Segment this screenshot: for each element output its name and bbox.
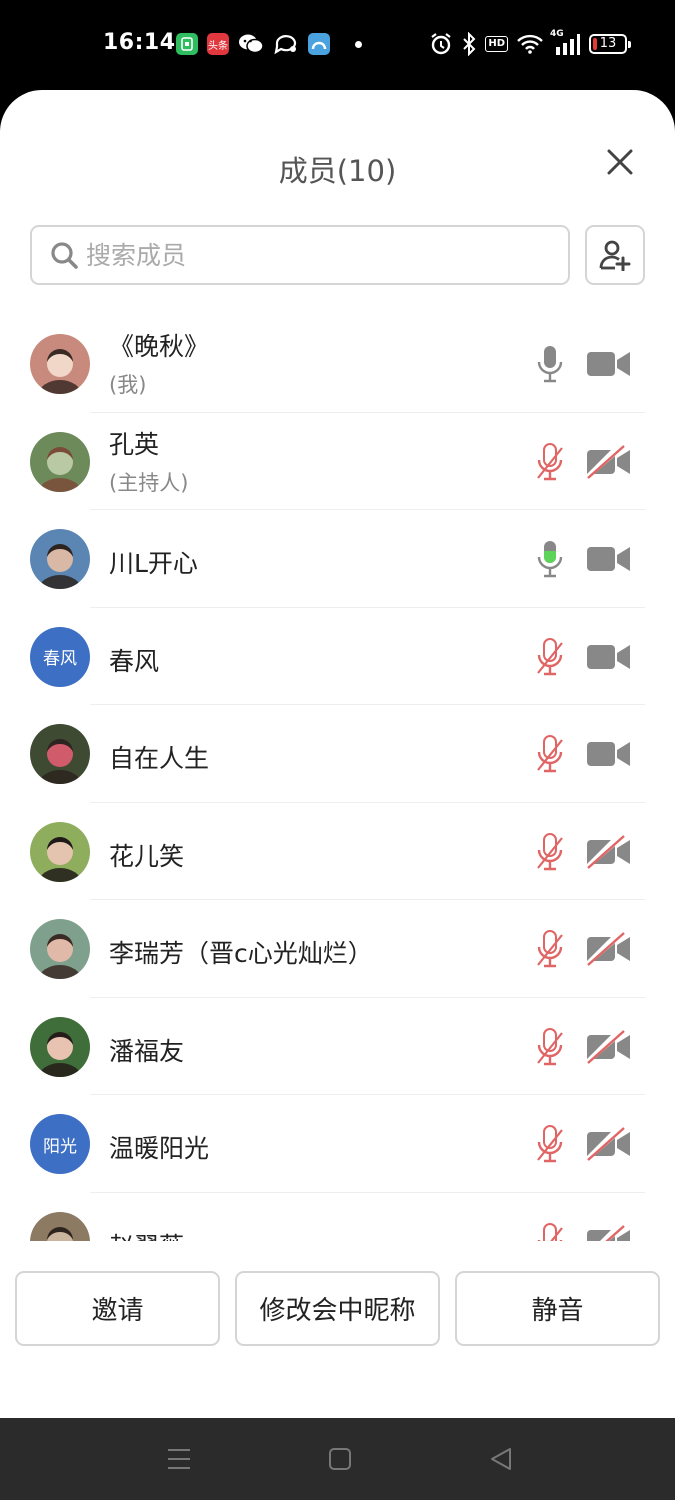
avatar [30, 919, 90, 979]
member-row[interactable]: 阳光 温暖阳光 [0, 1095, 675, 1193]
camera-icon[interactable] [586, 639, 632, 675]
member-name: 花儿笑 [109, 841, 185, 871]
alarm-icon [429, 32, 453, 56]
mic-muted-icon[interactable] [535, 1027, 565, 1067]
mic-muted-icon[interactable] [535, 637, 565, 677]
camera-icon[interactable] [586, 346, 632, 382]
mic-muted-icon[interactable] [535, 1124, 565, 1164]
camera-off-icon[interactable] [586, 931, 632, 967]
nav-bar [0, 1418, 675, 1500]
close-button[interactable] [605, 147, 635, 177]
battery-level: 13 [599, 36, 617, 51]
toutiao-app-icon: 头条 [207, 33, 229, 55]
member-name: 川L开心 [109, 549, 198, 578]
avatar [30, 821, 90, 882]
member-row[interactable]: 李瑞芳（晋c心光灿烂） [0, 900, 675, 998]
page-title: 成员(10) [278, 154, 397, 188]
battery-icon: 13 [589, 34, 631, 54]
status-time: 16:14 [103, 30, 176, 55]
mic-muted-icon[interactable] [535, 832, 565, 872]
members-sheet: 成员(10) 《晚秋》 (我) 孔英 (主持人) 川L开心春风 春风自在人生花儿笑李瑞芳（… [0, 90, 675, 1418]
wechat-icon [238, 33, 264, 55]
chat-bubble-icon [273, 33, 299, 55]
member-row[interactable]: 川L开心 [0, 510, 675, 608]
member-row[interactable]: 孔英 (主持人) [0, 413, 675, 510]
avatar: 阳光 [30, 1114, 90, 1174]
mic-icon[interactable] [535, 539, 565, 579]
member-role: (我) [109, 373, 147, 397]
home-button[interactable] [325, 1446, 355, 1472]
rename-button[interactable]: 修改会中昵称 [235, 1271, 440, 1346]
member-name: 《晚秋》 [109, 332, 210, 361]
avatar-initials: 春风 [43, 649, 77, 669]
network-type-label: 4G [550, 29, 564, 39]
camera-icon[interactable] [586, 541, 632, 577]
avatar [30, 1211, 90, 1241]
wifi-icon [517, 34, 543, 54]
back-button[interactable] [486, 1446, 516, 1472]
search-box[interactable] [30, 225, 570, 285]
search-icon [51, 242, 78, 269]
avatar [30, 724, 90, 784]
member-name: 孔英 [109, 429, 160, 459]
add-member-button[interactable] [585, 225, 645, 285]
bluetooth-icon [462, 32, 476, 56]
status-bar: 16:14 头条 HD 4G 13 [0, 0, 675, 90]
avatar [30, 1016, 90, 1077]
mic-muted-icon[interactable] [535, 442, 565, 482]
member-name: 潘福友 [109, 1036, 185, 1066]
mic-muted-icon[interactable] [535, 1222, 565, 1241]
avatar [30, 431, 90, 492]
camera-icon[interactable] [586, 736, 632, 772]
camera-off-icon[interactable] [586, 444, 632, 480]
carrier-app-icon [176, 33, 198, 55]
member-row[interactable]: 自在人生 [0, 705, 675, 803]
camera-off-icon[interactable] [586, 834, 632, 870]
invite-button[interactable]: 邀请 [15, 1271, 220, 1346]
avatar-initials: 阳光 [43, 1136, 77, 1157]
search-input[interactable] [86, 240, 516, 270]
close-icon [607, 149, 633, 175]
notification-dot [355, 40, 362, 48]
member-row[interactable]: 《晚秋》 (我) [0, 315, 675, 413]
mic-icon[interactable] [535, 344, 565, 384]
avatar [30, 334, 90, 394]
hd-icon: HD [485, 36, 508, 52]
member-name: 温暖阳光 [109, 1134, 210, 1163]
member-row[interactable]: 赵翠薇 [0, 1193, 675, 1242]
menu-button[interactable] [164, 1446, 194, 1472]
home-icon [329, 1448, 351, 1470]
avatar [30, 529, 90, 589]
camera-off-icon[interactable] [586, 1224, 632, 1241]
member-row[interactable]: 春风 春风 [0, 608, 675, 705]
mic-muted-icon[interactable] [535, 929, 565, 969]
avatar: 春风 [30, 626, 90, 687]
member-name: 自在人生 [109, 744, 210, 773]
browser-app-icon [308, 33, 330, 55]
member-role: (主持人) [109, 470, 189, 495]
signal-4g-icon: 4G [550, 29, 580, 55]
member-row[interactable]: 花儿笑 [0, 803, 675, 900]
member-name: 李瑞芳（晋c心光灿烂） [109, 939, 373, 968]
mic-muted-icon[interactable] [535, 734, 565, 774]
member-name: 赵翠薇 [109, 1227, 184, 1242]
member-name: 春风 [109, 646, 160, 676]
member-row[interactable]: 潘福友 [0, 998, 675, 1095]
back-icon [491, 1448, 511, 1470]
camera-off-icon[interactable] [586, 1029, 632, 1065]
mute-all-button[interactable]: 静音 [455, 1271, 660, 1346]
member-list[interactable]: 《晚秋》 (我) 孔英 (主持人) 川L开心春风 春风自在人生花儿笑李瑞芳（晋c心光灿烂）… [0, 315, 675, 1241]
add-person-icon [599, 240, 631, 271]
camera-off-icon[interactable] [586, 1126, 632, 1162]
menu-icon [168, 1449, 190, 1469]
